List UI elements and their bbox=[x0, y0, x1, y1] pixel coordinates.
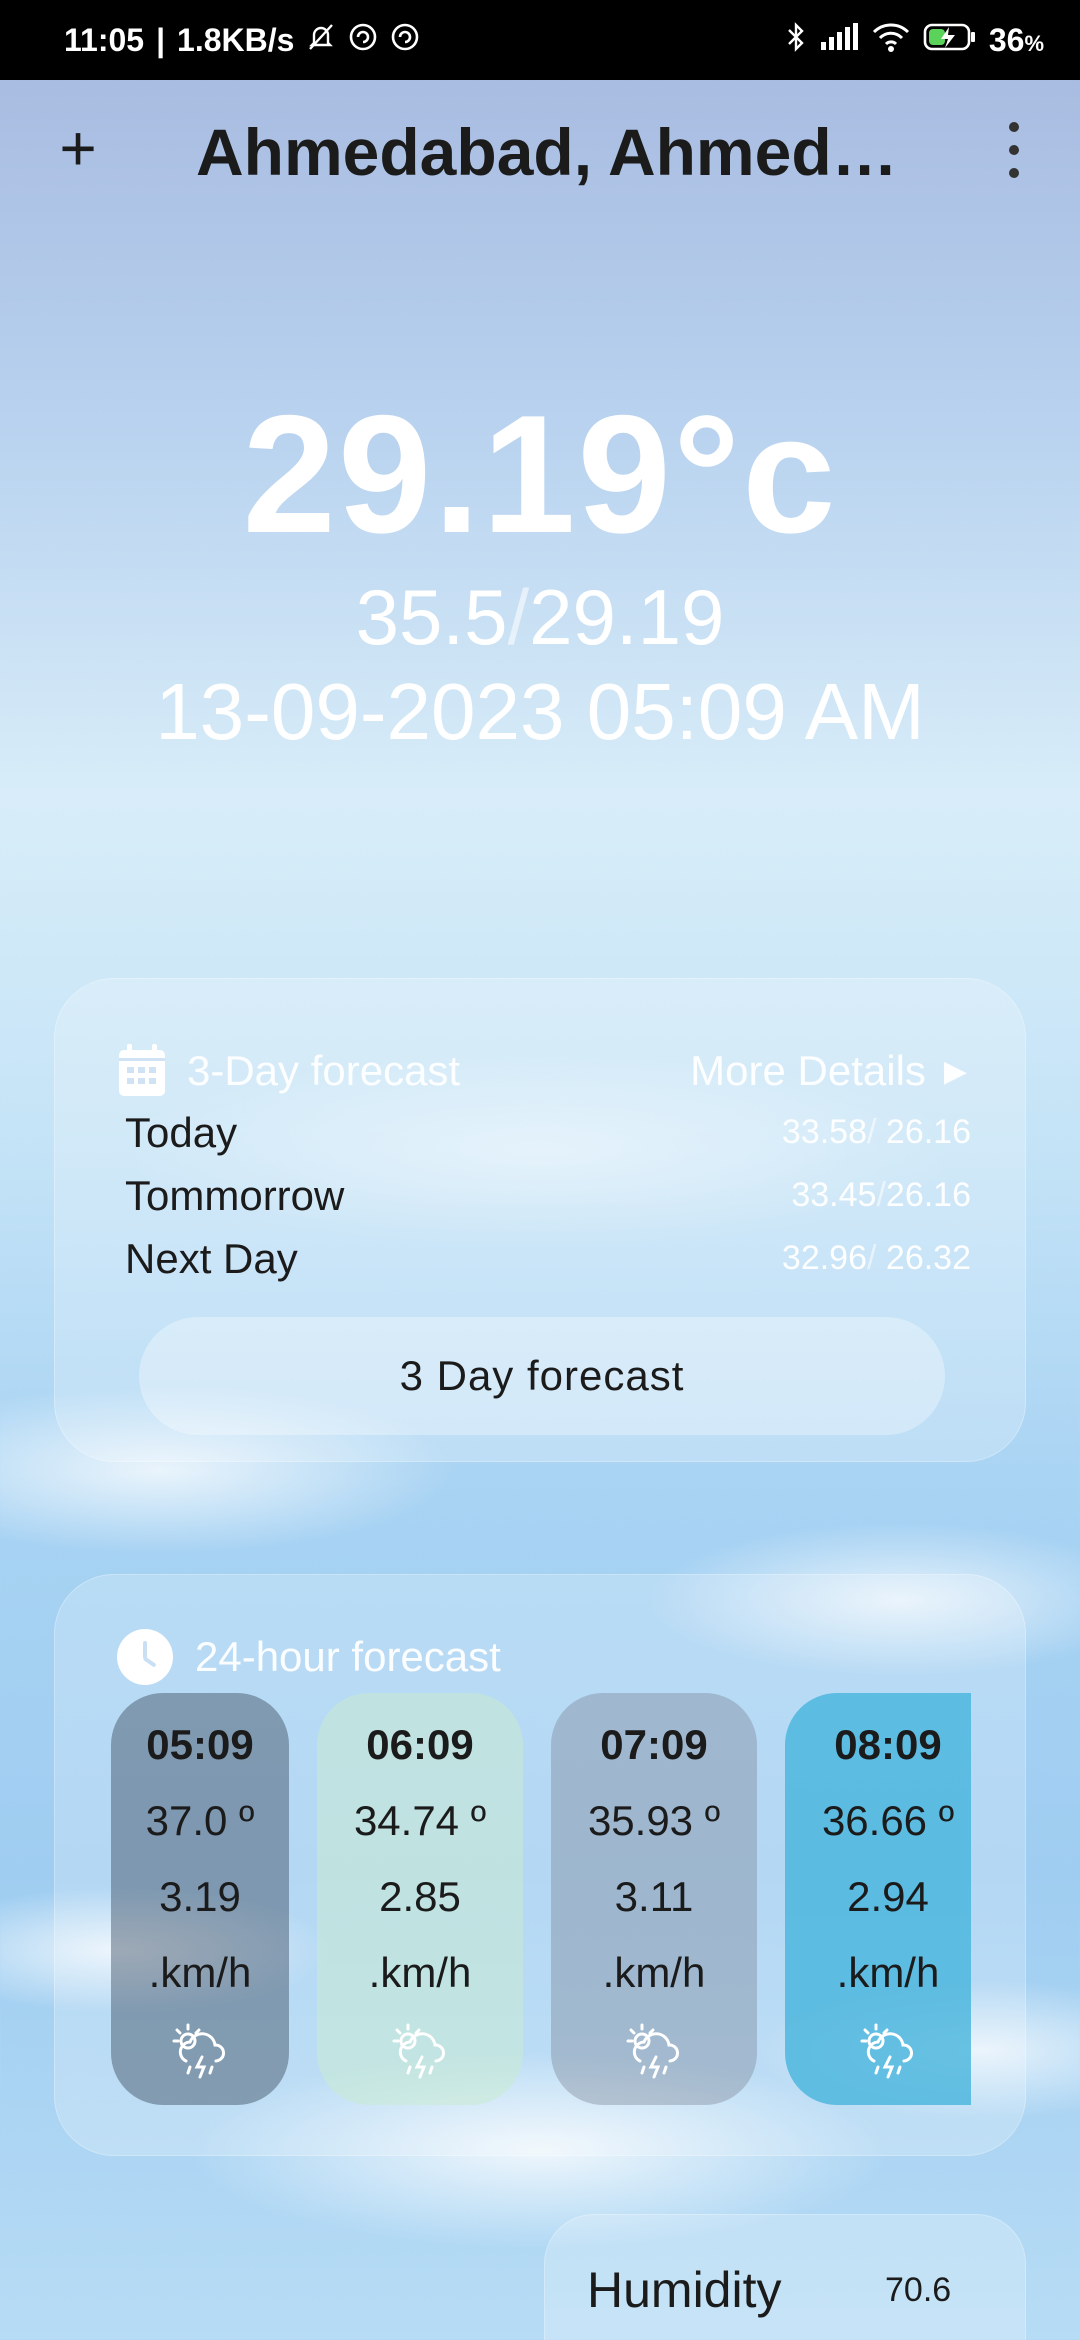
forecast-day-range: 32.96/ 26.32 bbox=[782, 1239, 971, 1278]
hour-wind-unit: .km/h bbox=[368, 1949, 472, 1996]
range-separator: / bbox=[876, 1176, 886, 1214]
forecast-day-range: 33.58/ 26.16 bbox=[782, 1113, 971, 1152]
status-right: 36% bbox=[785, 21, 1044, 59]
range-separator: / bbox=[867, 1239, 886, 1277]
three-day-forecast-header: 3-Day forecast More Details ▶ bbox=[117, 1041, 967, 1101]
range-separator: / bbox=[867, 1113, 886, 1151]
three-day-list: Today 33.58/ 26.16 Tommorrow 33.45/26.16… bbox=[125, 1101, 971, 1290]
hour-time: 07:09 bbox=[600, 1721, 708, 1768]
play-arrow-icon: ▶ bbox=[943, 1054, 967, 1088]
add-city-button[interactable]: + bbox=[48, 116, 108, 180]
current-weather: 29.19°c 35.5/29.19 13-09-2023 05:09 AM bbox=[0, 390, 1080, 754]
hour-wind-speed: 3.11 bbox=[614, 1873, 694, 1920]
network-speed: 1.8KB/s bbox=[177, 21, 295, 58]
hour-wind-speed: 2.85 bbox=[379, 1873, 461, 1920]
forecast-day-name: Today bbox=[125, 1108, 238, 1156]
three-day-title: 3-Day forecast bbox=[187, 1047, 461, 1094]
thunder-rain-sun-icon bbox=[622, 2021, 686, 2085]
forecast-day-min: 26.16 bbox=[885, 1176, 971, 1214]
thunder-rain-sun-icon bbox=[168, 2021, 232, 2085]
forecast-day-name: Next Day bbox=[125, 1234, 298, 1282]
battery-charging-icon bbox=[923, 22, 977, 58]
bell-muted-icon bbox=[306, 22, 336, 58]
current-datetime: 13-09-2023 05:09 AM bbox=[155, 667, 925, 756]
thunder-rain-sun-icon bbox=[856, 2021, 920, 2085]
hour-time: 05:09 bbox=[146, 1721, 254, 1768]
thunder-rain-sun-icon bbox=[388, 2021, 452, 2085]
hour-card[interactable]: 06:09 34.74 º 2.85 .km/h bbox=[317, 1693, 523, 2105]
status-bar: 11:05 | 1.8KB/s 36% bbox=[0, 0, 1080, 80]
max-temperature: 35.5 bbox=[355, 573, 508, 661]
bluetooth-icon bbox=[785, 21, 807, 59]
hour-temperature: 37.0 º bbox=[145, 1797, 255, 1844]
hour-wind-speed: 3.19 bbox=[159, 1873, 241, 1920]
hour-temperature: 36.66 º bbox=[821, 1797, 955, 1844]
hour-time: 06:09 bbox=[366, 1721, 474, 1768]
hour-wind-unit: .km/h bbox=[148, 1949, 252, 1996]
forecast-day-max: 33.58 bbox=[781, 1113, 867, 1151]
three-day-title-group: 3-Day forecast bbox=[117, 1044, 460, 1098]
more-details-link[interactable]: More Details ▶ bbox=[690, 1047, 967, 1095]
forecast-day-max: 33.45 bbox=[791, 1176, 877, 1214]
forecast-day-row: Tommorrow 33.45/26.16 bbox=[125, 1164, 971, 1227]
humidity-card: Humidity 70.6 bbox=[544, 2214, 1026, 2340]
battery-level: 36% bbox=[988, 21, 1044, 58]
more-details-label: More Details bbox=[690, 1047, 926, 1094]
wifi-icon bbox=[871, 21, 911, 59]
humidity-value: 70.6 bbox=[885, 2271, 952, 2309]
forecast-day-name: Tommorrow bbox=[125, 1171, 345, 1219]
hourly-forecast-title: 24-hour forecast bbox=[195, 1633, 501, 1680]
forecast-day-min: 26.16 bbox=[885, 1113, 971, 1151]
hour-wind-unit: .km/h bbox=[602, 1949, 706, 1996]
more-options-icon[interactable] bbox=[996, 122, 1032, 178]
signal-icon bbox=[819, 22, 859, 58]
hour-card[interactable]: 07:09 35.93 º 3.11 .km/h bbox=[551, 1693, 757, 2105]
three-day-forecast-button[interactable]: 3 Day forecast bbox=[139, 1317, 945, 1435]
city-title: Ahmedabad, Ahmed… bbox=[196, 115, 898, 189]
max-min-separator: / bbox=[507, 573, 530, 661]
hourly-forecast-card: 24-hour forecast 05:09 37.0 º 3.19 .km/h… bbox=[54, 1574, 1026, 2156]
status-separator: | bbox=[156, 21, 166, 58]
forecast-day-row: Today 33.58/ 26.16 bbox=[125, 1101, 971, 1164]
three-day-forecast-card: 3-Day forecast More Details ▶ Today 33.5… bbox=[54, 978, 1026, 1462]
humidity-label: Humidity bbox=[587, 2262, 782, 2318]
current-temperature: 29.19°c bbox=[242, 380, 838, 568]
hour-card[interactable]: 05:09 37.0 º 3.19 .km/h bbox=[111, 1693, 289, 2105]
app-bar: + Ahmedabad, Ahmed… bbox=[0, 80, 1080, 230]
forecast-day-max: 32.96 bbox=[781, 1239, 867, 1277]
forecast-day-row: Next Day 32.96/ 26.32 bbox=[125, 1227, 971, 1290]
sync-icon bbox=[390, 22, 420, 58]
forecast-day-min: 26.32 bbox=[885, 1239, 971, 1277]
battery-unit: % bbox=[1024, 30, 1044, 56]
hourly-forecast-header: 24-hour forecast bbox=[117, 1629, 501, 1685]
calendar-icon bbox=[117, 1044, 167, 1098]
hourly-list[interactable]: 05:09 37.0 º 3.19 .km/h 06:09 34.74 º 2.… bbox=[111, 1693, 971, 2105]
hour-time: 08:09 bbox=[834, 1721, 942, 1768]
sync-icon bbox=[348, 22, 378, 58]
hour-wind-speed: 2.94 bbox=[847, 1873, 929, 1920]
hour-card[interactable]: 08:09 36.66 º 2.94 .km/h bbox=[785, 1693, 971, 2105]
status-left: 11:05 | 1.8KB/s bbox=[64, 22, 420, 59]
hour-wind-unit: .km/h bbox=[836, 1949, 940, 1996]
hour-temperature: 35.93 º bbox=[587, 1797, 721, 1844]
hour-temperature: 34.74 º bbox=[353, 1797, 487, 1844]
forecast-day-range: 33.45/26.16 bbox=[791, 1176, 971, 1215]
clock-icon bbox=[117, 1629, 173, 1685]
current-max-min: 35.5/29.19 bbox=[0, 578, 1080, 656]
status-time: 11:05 bbox=[64, 21, 145, 58]
min-temperature: 29.19 bbox=[529, 573, 725, 661]
